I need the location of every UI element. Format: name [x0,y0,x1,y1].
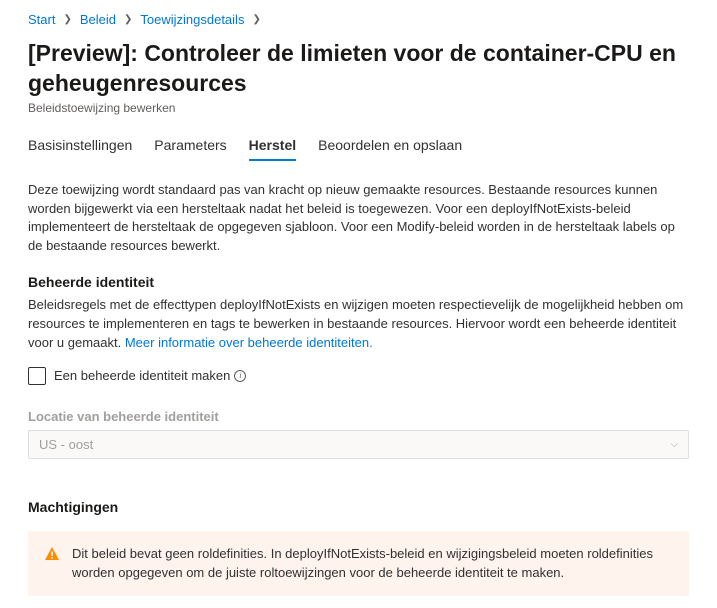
warning-icon [44,546,60,568]
permissions-title: Machtigingen [28,499,689,515]
page-subtitle: Beleidstoewijzing bewerken [28,101,689,115]
breadcrumb-details[interactable]: Toewijzingsdetails [140,12,244,27]
tab-basic[interactable]: Basisinstellingen [28,131,132,161]
breadcrumb: Start ❯ Beleid ❯ Toewijzingsdetails ❯ [28,12,689,27]
description-text: Deze toewijzing wordt standaard pas van … [28,181,689,256]
page-title: [Preview]: Controleer de limieten voor d… [28,39,689,99]
managed-identity-link[interactable]: Meer informatie over beheerde identiteit… [125,335,373,350]
create-identity-label: Een beheerde identiteit maken i [54,368,246,383]
managed-identity-title: Beheerde identiteit [28,274,689,290]
permissions-warning-text: Dit beleid bevat geen roldefinities. In … [72,545,673,583]
tab-remediation[interactable]: Herstel [249,131,296,161]
identity-location-value: US - oost [39,437,93,452]
chevron-down-icon: ⌵ [670,439,678,450]
managed-identity-text: Beleidsregels met de effecttypen deployI… [28,296,689,353]
breadcrumb-beleid[interactable]: Beleid [80,12,116,27]
chevron-right-icon: ❯ [252,14,260,25]
breadcrumb-start[interactable]: Start [28,12,55,27]
info-icon[interactable]: i [234,370,246,382]
create-identity-row: Een beheerde identiteit maken i [28,367,689,385]
permissions-warning: Dit beleid bevat geen roldefinities. In … [28,531,689,597]
chevron-right-icon: ❯ [63,14,71,25]
create-identity-label-text: Een beheerde identiteit maken [54,368,230,383]
tab-review[interactable]: Beoordelen en opslaan [318,131,462,161]
chevron-right-icon: ❯ [124,14,132,25]
identity-location-label: Locatie van beheerde identiteit [28,409,689,424]
identity-location-select[interactable]: US - oost ⌵ [28,430,689,459]
tabs: Basisinstellingen Parameters Herstel Beo… [28,131,689,161]
create-identity-checkbox[interactable] [28,367,46,385]
tab-parameters[interactable]: Parameters [154,131,226,161]
